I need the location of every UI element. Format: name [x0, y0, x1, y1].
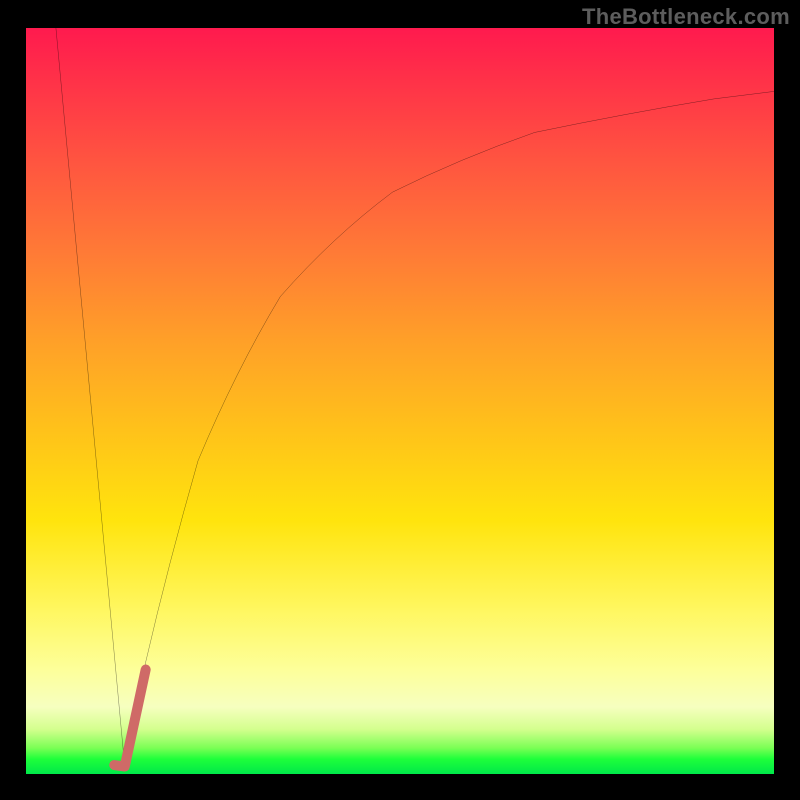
- black-curve-right-path: [125, 91, 774, 766]
- watermark-text: TheBottleneck.com: [582, 4, 790, 30]
- plot-area: [26, 28, 774, 774]
- curve-layer: [26, 28, 774, 774]
- black-curve-left-path: [56, 28, 125, 767]
- highlight-tick-path: [114, 670, 145, 767]
- chart-frame: TheBottleneck.com: [0, 0, 800, 800]
